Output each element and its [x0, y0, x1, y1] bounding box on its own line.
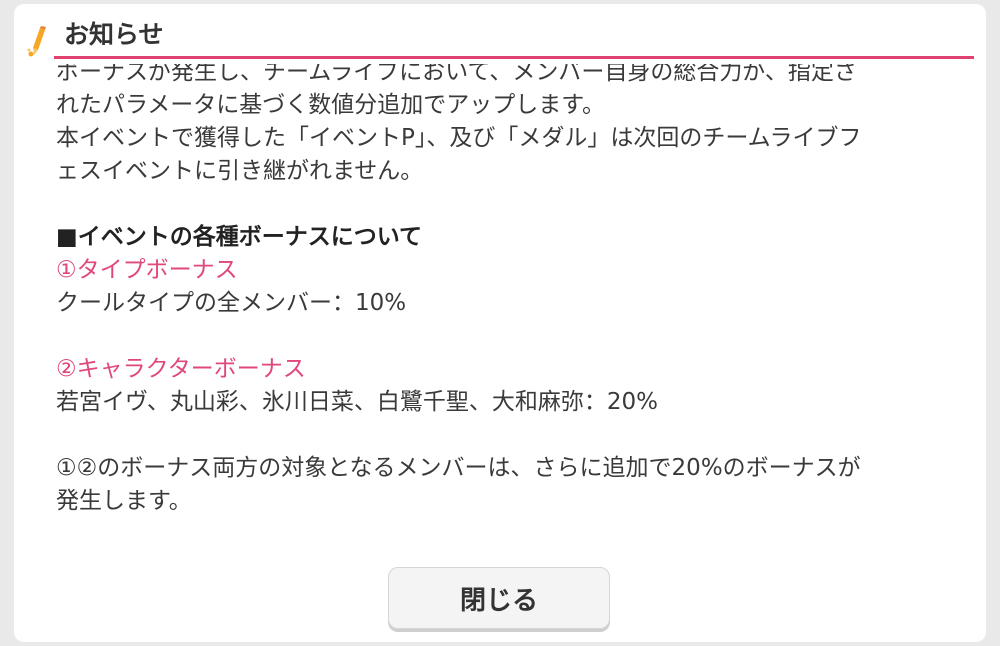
dialog-title: お知らせ: [64, 20, 164, 49]
dialog-header: お知らせ: [14, 4, 986, 60]
text-line: れたパラメータに基づく数値分追加でアップします。: [56, 92, 606, 118]
notice-dialog: お知らせ ボーナスが発生し、チームライブにおいて、メンバー自身の総合力が、指定さ…: [14, 4, 986, 642]
text-line: クールタイプの全メンバー：10%: [56, 290, 407, 316]
header-divider: [54, 56, 974, 59]
bonus-heading-character: ②キャラクターボーナス: [56, 356, 306, 382]
text-line: 発生します。: [56, 488, 192, 514]
notice-content[interactable]: ボーナスが発生し、チームライブにおいて、メンバー自身の総合力が、指定さ れたパラ…: [56, 64, 956, 544]
text-line: 本イベントで獲得した「イベントP」、及び「メダル」は次回のチームライブフ: [56, 125, 862, 151]
bonus-heading-type: ①タイプボーナス: [56, 257, 238, 283]
text-line: ①②のボーナス両方の対象となるメンバーは、さらに追加で20%のボーナスが: [56, 455, 861, 481]
text-line: ボーナスが発生し、チームライブにおいて、メンバー自身の総合力が、指定さ: [56, 64, 857, 85]
text-line: 若宮イヴ、丸山彩、氷川日菜、白鷺千聖、大和麻弥：20%: [56, 389, 658, 415]
text-line: ェスイベントに引き継がれません。: [56, 158, 424, 184]
close-button[interactable]: 閉じる: [388, 567, 610, 629]
pencil-icon: [26, 26, 54, 60]
section-heading: ■イベントの各種ボーナスについて: [56, 224, 423, 250]
